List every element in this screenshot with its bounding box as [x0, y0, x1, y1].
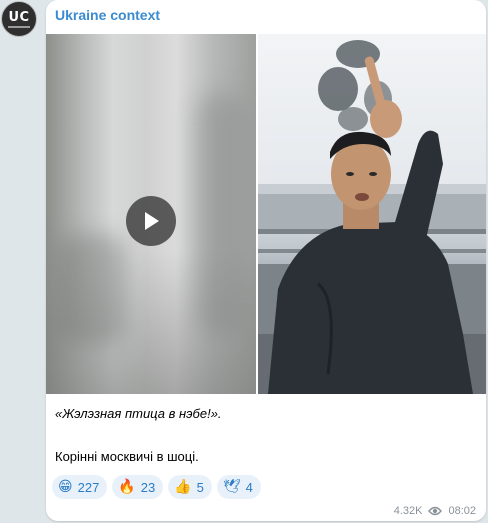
- reaction-count: 23: [140, 479, 156, 495]
- media-album: [46, 34, 486, 394]
- thumbnail-ground: [46, 250, 256, 394]
- play-button[interactable]: [126, 196, 176, 246]
- channel-avatar[interactable]: UC: [1, 1, 37, 37]
- reaction-chip[interactable]: 👍 5: [168, 475, 212, 499]
- caption-quote: «Жэлэзная птица в нэбе!».: [55, 406, 222, 421]
- caption-text: Корінні москвичі в шоці.: [55, 449, 199, 464]
- message-bubble: Ukraine context «Жэлэзная птица в нэбе!»…: [46, 0, 486, 521]
- video-thumbnail[interactable]: [46, 34, 256, 394]
- message-time: 08:02: [448, 505, 476, 517]
- reaction-count: 4: [245, 479, 253, 495]
- grin-emoji-icon: 😁: [58, 479, 73, 495]
- fire-emoji-icon: 🔥: [118, 479, 136, 495]
- avatar-underline: [8, 25, 30, 28]
- play-icon: [145, 212, 159, 230]
- thumbs-up-emoji-icon: 👍: [174, 479, 192, 495]
- photo-illustration: [258, 40, 486, 394]
- reaction-chip[interactable]: 🕊 4: [216, 475, 261, 499]
- dove-emoji-icon: 🕊: [222, 479, 241, 495]
- reactions-bar: 😁 227 🔥 23 👍 5 🕊 4: [52, 475, 261, 499]
- channel-name[interactable]: Ukraine context: [55, 7, 160, 23]
- eye-icon: [428, 506, 443, 516]
- photo-thumbnail[interactable]: [258, 34, 486, 394]
- message-meta: 4.32K 08:02: [394, 505, 476, 517]
- reaction-count: 227: [77, 479, 100, 495]
- avatar-monogram: UC: [8, 9, 30, 25]
- reaction-chip[interactable]: 🔥 23: [112, 475, 164, 499]
- reaction-chip[interactable]: 😁 227: [52, 475, 108, 499]
- view-count: 4.32K: [393, 505, 423, 517]
- reaction-count: 5: [196, 479, 204, 495]
